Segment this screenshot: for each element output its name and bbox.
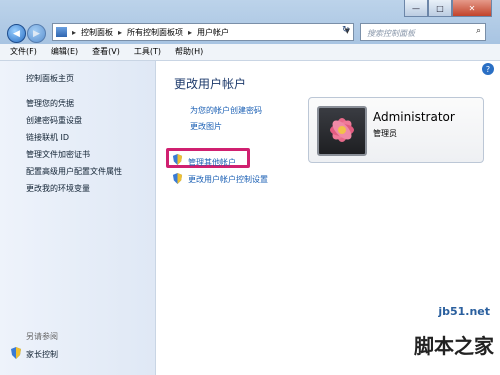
manage-other-accounts-link[interactable]: 管理其他帐户 xyxy=(188,157,236,168)
account-name: Administrator xyxy=(373,110,455,124)
flower-icon xyxy=(330,118,354,142)
sidebar-item-credentials[interactable]: 管理您的凭据 xyxy=(26,98,74,109)
sidebar-item-env-vars[interactable]: 更改我的环境变量 xyxy=(26,183,90,194)
breadcrumb-separator: ▸ xyxy=(118,27,123,37)
main-content: ? 更改用户帐户 为您的帐户创建密码 更改图片 管理其他帐户 更改用户帐户控制设… xyxy=(156,61,500,375)
shield-icon xyxy=(10,347,22,361)
watermark-brand: 脚本之家 xyxy=(414,334,494,358)
breadcrumb-all-items[interactable]: 所有控制面板项 xyxy=(127,27,183,38)
page-title: 更改用户帐户 xyxy=(174,77,247,91)
uac-settings-link[interactable]: 更改用户帐户控制设置 xyxy=(188,174,268,185)
sidebar-item-reset-disk[interactable]: 创建密码重设盘 xyxy=(26,115,82,126)
shield-icon xyxy=(172,173,183,186)
sidebar-item-online-id[interactable]: 链接联机 ID xyxy=(26,132,69,143)
window-controls: — □ ✕ xyxy=(404,0,492,17)
close-button[interactable]: ✕ xyxy=(452,0,492,17)
user-card: Administrator 管理员 xyxy=(308,97,484,163)
parental-controls-link[interactable]: 家长控制 xyxy=(26,349,58,360)
breadcrumb-separator: ▸ xyxy=(72,27,77,37)
sidebar-item-encryption-cert[interactable]: 管理文件加密证书 xyxy=(26,149,90,160)
breadcrumb-user-accounts[interactable]: 用户帐户 xyxy=(197,27,229,38)
watermark-site: jb51.net xyxy=(438,305,490,318)
see-also-heading: 另请参阅 xyxy=(26,332,58,341)
menu-file[interactable]: 文件(F) xyxy=(0,44,41,60)
search-icon[interactable]: ⌕ xyxy=(476,26,481,36)
search-placeholder: 搜索控制面板 xyxy=(367,29,415,38)
sidebar-home-link[interactable]: 控制面板主页 xyxy=(26,73,74,84)
search-input[interactable]: 搜索控制面板 ⌕ xyxy=(360,23,486,41)
sidebar: 控制面板主页 管理您的凭据 创建密码重设盘 链接联机 ID 管理文件加密证书 配… xyxy=(0,61,156,375)
forward-button[interactable]: ▶ xyxy=(27,24,46,43)
account-role: 管理员 xyxy=(373,129,397,138)
menu-edit[interactable]: 编辑(E) xyxy=(41,44,82,60)
avatar[interactable] xyxy=(317,106,367,156)
minimize-button[interactable]: — xyxy=(404,0,428,17)
menu-bar: 文件(F) 编辑(E) 查看(V) 工具(T) 帮助(H) xyxy=(0,44,500,61)
breadcrumb-control-panel[interactable]: 控制面板 xyxy=(81,27,113,38)
menu-help[interactable]: 帮助(H) xyxy=(165,44,207,60)
create-password-link[interactable]: 为您的帐户创建密码 xyxy=(190,105,262,116)
help-icon[interactable]: ? xyxy=(482,63,494,75)
address-bar[interactable]: ▸ 控制面板 ▸ 所有控制面板项 ▸ 用户帐户 ▼ xyxy=(52,23,354,41)
maximize-button[interactable]: □ xyxy=(428,0,452,17)
change-picture-link[interactable]: 更改图片 xyxy=(190,121,222,132)
breadcrumb-separator: ▸ xyxy=(188,27,193,37)
menu-view[interactable]: 查看(V) xyxy=(82,44,124,60)
back-button[interactable]: ◀ xyxy=(7,24,26,43)
title-bar: — □ ✕ ◀ ▶ ▸ 控制面板 ▸ 所有控制面板项 ▸ 用户帐户 ▼ ↻ 搜索… xyxy=(0,0,500,44)
refresh-icon[interactable]: ↻ xyxy=(342,25,350,35)
menu-tools[interactable]: 工具(T) xyxy=(124,44,165,60)
shield-icon xyxy=(172,154,183,167)
control-panel-icon xyxy=(56,27,67,37)
sidebar-item-advanced-profile[interactable]: 配置高级用户配置文件属性 xyxy=(26,166,122,177)
